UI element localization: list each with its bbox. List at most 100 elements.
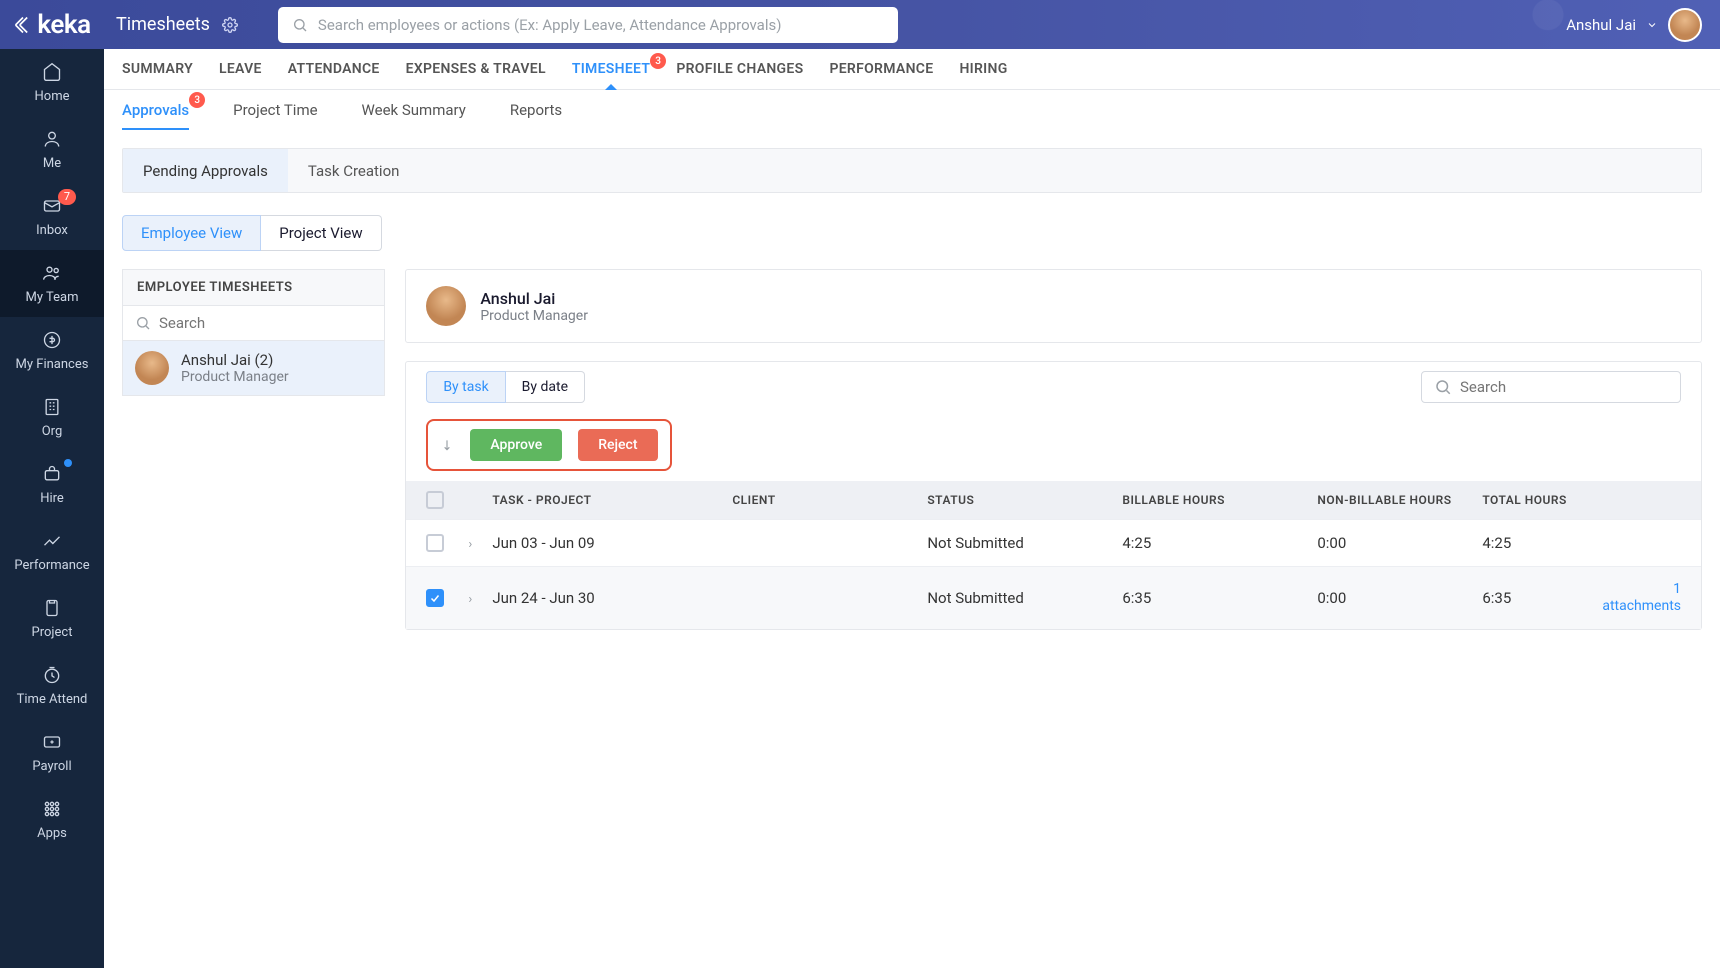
- hire-icon: [41, 463, 63, 485]
- reject-button[interactable]: Reject: [578, 429, 657, 461]
- table-row[interactable]: › Jun 24 - Jun 30 Not Submitted 6:35 0:0…: [406, 566, 1701, 629]
- tab-profile-changes[interactable]: PROFILE CHANGES: [676, 49, 803, 89]
- user-menu[interactable]: Anshul Jai: [1566, 8, 1702, 42]
- user-name: Anshul Jai: [1566, 16, 1636, 34]
- tab-hiring[interactable]: HIRING: [959, 49, 1007, 89]
- left-sidebar: Home Me 7 Inbox My Team My Finances Org …: [0, 49, 104, 968]
- toggle-project-view[interactable]: Project View: [261, 215, 381, 251]
- filter-bar: By task By date: [406, 362, 1701, 411]
- sidebar-item-label: Payroll: [32, 759, 71, 774]
- action-row: Approve Reject: [406, 411, 1701, 481]
- profile-name: Anshul Jai: [480, 289, 588, 308]
- sidebar-item-label: Performance: [14, 558, 89, 573]
- project-icon: [41, 597, 63, 619]
- timesheet-table-card: By task By date Approve Reject: [405, 361, 1702, 630]
- employee-search[interactable]: [122, 306, 385, 341]
- cell-attachments: 1 attachments: [1602, 581, 1681, 615]
- tab-expenses-travel[interactable]: EXPENSES & TRAVEL: [406, 49, 546, 89]
- cell-nonbillable: 0:00: [1317, 589, 1482, 607]
- row-checkbox[interactable]: [426, 589, 444, 607]
- table-search-input[interactable]: [1460, 378, 1668, 396]
- main-content: SUMMARY LEAVE ATTENDANCE EXPENSES & TRAV…: [104, 49, 1720, 968]
- tab-performance[interactable]: PERFORMANCE: [829, 49, 933, 89]
- col-nonbillable: NON-BILLABLE HOURS: [1317, 493, 1482, 507]
- sidebar-item-payroll[interactable]: Payroll: [0, 719, 104, 786]
- employee-list-item[interactable]: Anshul Jai (2) Product Manager: [122, 341, 385, 396]
- subtab-approvals[interactable]: Approvals 3: [122, 90, 189, 130]
- tab-pending-approvals[interactable]: Pending Approvals: [123, 149, 288, 192]
- search-icon: [292, 17, 308, 33]
- action-highlight: Approve Reject: [426, 419, 671, 471]
- sidebar-item-label: Time Attend: [17, 692, 88, 707]
- page-title: Timesheets: [116, 14, 210, 35]
- badge: 7: [58, 189, 76, 205]
- page-title-area: Timesheets: [104, 14, 238, 35]
- sidebar-item-me[interactable]: Me: [0, 116, 104, 183]
- tab-summary[interactable]: SUMMARY: [122, 49, 193, 89]
- apps-icon: [41, 798, 63, 820]
- logo-text: keka: [37, 10, 90, 40]
- gear-icon[interactable]: [222, 17, 238, 33]
- chevron-down-icon: [1646, 19, 1658, 31]
- tab-timesheet[interactable]: TIMESHEET 3: [572, 49, 650, 89]
- sidebar-item-time-attend[interactable]: Time Attend: [0, 652, 104, 719]
- tab-task-creation[interactable]: Task Creation: [288, 149, 420, 192]
- chevron-right-icon[interactable]: ›: [468, 537, 472, 552]
- profile-text: Anshul Jai Product Manager: [480, 289, 588, 324]
- filter-toggles: By task By date: [426, 371, 585, 403]
- sidebar-item-org[interactable]: Org: [0, 384, 104, 451]
- sidebar-item-apps[interactable]: Apps: [0, 786, 104, 853]
- sidebar-item-hire[interactable]: Hire: [0, 451, 104, 518]
- sidebar-item-my-team[interactable]: My Team: [0, 250, 104, 317]
- employee-panel: EMPLOYEE TIMESHEETS Anshul Jai (2) Produ…: [122, 269, 385, 396]
- tab-leave[interactable]: LEAVE: [219, 49, 262, 89]
- cell-nonbillable: 0:00: [1317, 534, 1482, 552]
- sidebar-item-my-finances[interactable]: My Finances: [0, 317, 104, 384]
- sidebar-item-label: My Finances: [16, 357, 89, 372]
- user-icon: [41, 128, 63, 150]
- subtab-reports[interactable]: Reports: [510, 90, 562, 130]
- toggle-by-task[interactable]: By task: [426, 371, 505, 403]
- team-icon: [41, 262, 63, 284]
- subtab-label: Approvals: [122, 101, 189, 119]
- toggle-by-date[interactable]: By date: [506, 371, 585, 403]
- avatar[interactable]: [1668, 8, 1702, 42]
- select-all-checkbox[interactable]: [426, 491, 444, 509]
- approvals-badge: 3: [189, 92, 205, 108]
- approve-button[interactable]: Approve: [470, 429, 562, 461]
- sidebar-item-performance[interactable]: Performance: [0, 518, 104, 585]
- attachments-link[interactable]: 1 attachments: [1602, 581, 1681, 615]
- cell-range: Jun 24 - Jun 30: [492, 589, 732, 607]
- columns: EMPLOYEE TIMESHEETS Anshul Jai (2) Produ…: [122, 269, 1702, 630]
- primary-tabs: SUMMARY LEAVE ATTENDANCE EXPENSES & TRAV…: [104, 49, 1720, 90]
- toggle-employee-view[interactable]: Employee View: [122, 215, 261, 251]
- employee-search-input[interactable]: [159, 314, 372, 332]
- sidebar-item-project[interactable]: Project: [0, 585, 104, 652]
- global-search[interactable]: [278, 7, 898, 43]
- approval-tabs: Pending Approvals Task Creation: [122, 148, 1702, 193]
- sidebar-item-label: Me: [43, 156, 61, 171]
- sidebar-item-inbox[interactable]: 7 Inbox: [0, 183, 104, 250]
- global-search-input[interactable]: [318, 16, 884, 34]
- secondary-tabs: Approvals 3 Project Time Week Summary Re…: [104, 90, 1720, 130]
- table-row[interactable]: › Jun 03 - Jun 09 Not Submitted 4:25 0:0…: [406, 519, 1701, 566]
- clock-icon: [41, 664, 63, 686]
- attachments-count: 1: [1673, 581, 1681, 597]
- profile-card: Anshul Jai Product Manager: [405, 269, 1702, 343]
- app-logo[interactable]: keka: [13, 10, 90, 40]
- table-search[interactable]: [1421, 371, 1681, 403]
- row-checkbox[interactable]: [426, 534, 444, 552]
- cell-total: 6:35: [1482, 589, 1602, 607]
- sidebar-item-label: Inbox: [36, 223, 68, 238]
- inner-content: Pending Approvals Task Creation Employee…: [104, 130, 1720, 648]
- col-total: TOTAL HOURS: [1482, 493, 1602, 507]
- col-task: TASK - PROJECT: [492, 493, 732, 507]
- subtab-week-summary[interactable]: Week Summary: [362, 90, 466, 130]
- chevron-right-icon[interactable]: ›: [468, 592, 472, 607]
- tab-attendance[interactable]: ATTENDANCE: [288, 49, 380, 89]
- sidebar-item-home[interactable]: Home: [0, 49, 104, 116]
- sort-icon[interactable]: [440, 436, 454, 454]
- subtab-project-time[interactable]: Project Time: [233, 90, 317, 130]
- timesheet-badge: 3: [650, 53, 666, 69]
- home-icon: [41, 61, 63, 83]
